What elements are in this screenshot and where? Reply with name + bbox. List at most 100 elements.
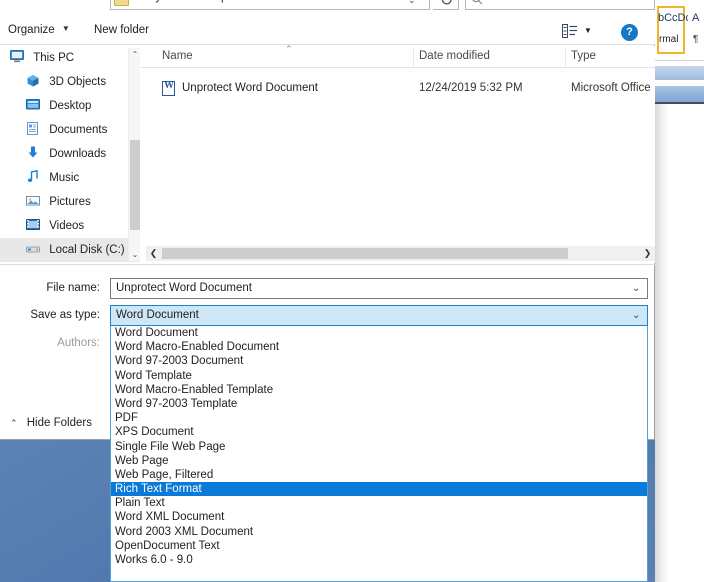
music-icon: [26, 168, 40, 182]
sidebar-item-label: This PC: [33, 52, 75, 64]
dropdown-option[interactable]: Word 97-2003 Template: [111, 397, 647, 411]
sidebar-item-label: Music: [49, 172, 80, 184]
documents-icon: [26, 120, 40, 135]
dropdown-option[interactable]: Web Page, Filtered: [111, 468, 647, 482]
3d-objects-icon: [26, 72, 40, 87]
sidebar-item-desktop[interactable]: Desktop: [0, 94, 140, 118]
pane-divider: [0, 264, 655, 265]
sidebar-item-pictures[interactable]: Pictures: [0, 190, 140, 214]
dropdown-option[interactable]: Works 6.0 - 9.0: [111, 553, 647, 567]
save-as-type-value: Word Document: [116, 309, 199, 321]
dropdown-option[interactable]: Word 97-2003 Document: [111, 354, 647, 368]
word-selection-bar: [655, 86, 704, 102]
dropdown-option[interactable]: PDF: [111, 411, 647, 425]
dropdown-option[interactable]: Plain Text: [111, 496, 647, 510]
file-list: ⌃ Name Date modified Type Unprotect Word…: [141, 44, 655, 263]
sidebar-item-local-disk-c[interactable]: Local Disk (C:): [0, 238, 140, 262]
file-date-cell: 12/24/2019 5:32 PM: [419, 82, 523, 94]
dropdown-option[interactable]: Single File Web Page: [111, 440, 647, 454]
new-folder-button[interactable]: New folder: [94, 24, 149, 36]
pictures-icon: [26, 192, 40, 206]
organize-button[interactable]: Organize ▼: [8, 24, 70, 36]
breadcrumb-separator: ›: [231, 0, 242, 3]
dropdown-option[interactable]: Web Page: [111, 454, 647, 468]
scrollbar-thumb[interactable]: [162, 248, 568, 259]
breadcrumb-item-2[interactable]: New folder: [245, 0, 300, 3]
dropdown-option[interactable]: Rich Text Format: [111, 482, 647, 497]
word-document-icon: [162, 80, 175, 96]
column-header-date-modified[interactable]: Date modified: [419, 50, 490, 62]
word-page-shadow: [655, 104, 669, 582]
sidebar-item-label: Pictures: [49, 196, 91, 208]
sidebar-item-music[interactable]: Music: [0, 166, 140, 190]
screen: bCcDc rmal A ¶ mariya › Desktop › New fo…: [0, 0, 704, 582]
scroll-down-icon[interactable]: ⌄: [129, 248, 141, 261]
word-style-sample-text: bCcDc: [658, 12, 688, 24]
breadcrumb[interactable]: mariya › Desktop › New folder: [133, 0, 403, 7]
column-header-name[interactable]: Name: [162, 50, 193, 62]
save-as-type-label: Save as type:: [30, 309, 100, 321]
sort-indicator-icon: ⌃: [285, 44, 293, 54]
ribbon-divider: [655, 60, 704, 61]
column-divider[interactable]: [565, 48, 566, 66]
chevron-down-icon[interactable]: ⌄: [632, 310, 640, 321]
sidebar-item-documents[interactable]: Documents: [0, 118, 140, 142]
folder-icon: [114, 0, 129, 6]
dropdown-option[interactable]: Word Macro-Enabled Template: [111, 383, 647, 397]
chevron-down-icon: ▼: [61, 24, 70, 33]
view-layout-icon[interactable]: [562, 24, 578, 38]
file-name-value: Unprotect Word Document: [116, 282, 252, 294]
sidebar-item-this-pc[interactable]: This PC: [0, 46, 140, 70]
downloads-icon: [26, 144, 40, 158]
horizontal-scrollbar[interactable]: ❮ ❯: [146, 246, 655, 261]
word-style-name-text: rmal: [659, 34, 679, 45]
scroll-right-icon[interactable]: ❯: [640, 246, 655, 261]
column-divider[interactable]: [413, 48, 414, 66]
breadcrumb-separator: ›: [171, 0, 182, 3]
help-button[interactable]: ?: [621, 24, 638, 41]
save-as-type-dropdown-list[interactable]: Word Document Word Macro-Enabled Document…: [110, 326, 648, 582]
sidebar-item-3d-objects[interactable]: 3D Objects: [0, 70, 140, 94]
this-pc-icon: [10, 48, 24, 63]
local-disk-icon: [26, 240, 40, 253]
sidebar-item-videos[interactable]: Videos: [0, 214, 140, 238]
videos-icon: [26, 216, 40, 230]
sidebar-item-label: Videos: [49, 220, 85, 232]
sidebar-item-downloads[interactable]: Downloads: [0, 142, 140, 166]
desktop-icon: [26, 96, 40, 110]
scrollbar-thumb[interactable]: [130, 140, 140, 230]
navigation-pane-scrollbar[interactable]: ⌃ ⌄: [128, 48, 140, 261]
authors-label: Authors:: [57, 337, 100, 349]
word-style-name-text-2: ¶: [693, 34, 699, 45]
file-type-cell: Microsoft Office: [571, 82, 651, 94]
refresh-icon: [441, 0, 452, 5]
dropdown-option[interactable]: Word XML Document: [111, 510, 647, 524]
dropdown-option[interactable]: OpenDocument Text: [111, 539, 647, 553]
breadcrumb-item-1[interactable]: Desktop: [185, 0, 227, 3]
hide-folders-button[interactable]: ⌃ Hide Folders: [10, 417, 92, 429]
dropdown-option[interactable]: Word Document: [111, 326, 647, 340]
table-row[interactable]: Unprotect Word Document 12/24/2019 5:32 …: [141, 78, 655, 100]
sidebar-item-label: Documents: [49, 124, 108, 136]
chevron-down-icon[interactable]: ⌄: [632, 283, 640, 294]
dropdown-option[interactable]: Word Template: [111, 369, 647, 383]
word-ruler-bar: [655, 66, 704, 80]
file-name-cell: Unprotect Word Document: [182, 82, 318, 94]
sidebar-item-label: Downloads: [49, 148, 107, 160]
file-name-label: File name:: [46, 282, 100, 294]
breadcrumb-item-0[interactable]: mariya: [133, 0, 168, 3]
refresh-button[interactable]: [433, 0, 459, 10]
organize-label: Organize: [8, 24, 55, 36]
chevron-down-icon[interactable]: ▼: [584, 26, 592, 35]
scroll-up-icon[interactable]: ⌃: [129, 48, 141, 61]
sidebar-item-label: Desktop: [49, 100, 92, 112]
hide-folders-label: Hide Folders: [26, 417, 92, 429]
dropdown-option[interactable]: Word 2003 XML Document: [111, 525, 647, 539]
column-header-type[interactable]: Type: [571, 50, 596, 62]
search-icon: [472, 0, 483, 5]
scroll-left-icon[interactable]: ❮: [146, 246, 161, 261]
chevron-down-icon[interactable]: ⌄: [408, 0, 416, 6]
sidebar-item-label: Local Disk (C:): [49, 244, 125, 256]
dropdown-option[interactable]: Word Macro-Enabled Document: [111, 340, 647, 354]
dropdown-option[interactable]: XPS Document: [111, 425, 647, 439]
